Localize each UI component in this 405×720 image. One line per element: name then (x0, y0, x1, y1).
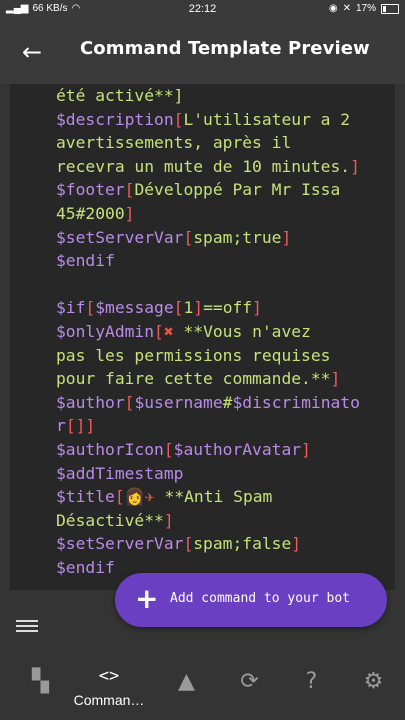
code-token: $addTimestamp (56, 463, 184, 483)
code-token: []] (65, 416, 96, 436)
code-token: ] (252, 298, 262, 318)
settings-icon: ⚙ (363, 669, 384, 694)
code-token: $if (56, 298, 86, 318)
code-token: **Vous n'avez (173, 321, 311, 341)
code-token: [ (114, 487, 125, 507)
code-token: $onlyAdmin (56, 321, 155, 341)
code-line: pour faire cette commande.**] (56, 367, 360, 391)
code-token: $description (56, 109, 174, 129)
code-token: avertissements, après il (56, 133, 292, 153)
code-token: été activé**] (56, 86, 184, 105)
code-line: $footer[Développé Par Mr Issa (56, 178, 360, 202)
code-token: **Anti Spam (154, 487, 273, 507)
menu-icon[interactable] (16, 617, 38, 635)
code-token: ✖ (163, 321, 174, 341)
add-command-button[interactable]: + Add command to your bot (115, 573, 387, 627)
code-token: $footer (56, 180, 125, 200)
code-line: Désactivé**] (56, 509, 360, 533)
code-line: avertissements, après il (56, 131, 360, 155)
code-token: $endif (56, 251, 115, 271)
code-token: ] (124, 203, 135, 223)
code-line: $endif (56, 249, 360, 273)
code-token: [ (183, 227, 194, 247)
code-line: été activé**] (56, 84, 360, 108)
code-token: ] (291, 534, 302, 554)
code-token: 1 (183, 298, 194, 318)
code-token: ] (301, 439, 311, 459)
battery-icon (381, 3, 399, 14)
code-token: ] (193, 298, 204, 318)
nav-commands-label: Comman… (73, 692, 145, 708)
code-token: $authorAvatar (173, 439, 302, 459)
code-token: $discriminato (232, 392, 360, 412)
code-token: $setServerVar (56, 534, 184, 554)
code-token: [ (183, 534, 194, 554)
code-token: $endif (56, 557, 115, 577)
code-token: ] (330, 369, 341, 389)
nav-settings[interactable]: ⚙ (333, 648, 405, 720)
code-token: $setServerVar (56, 227, 184, 247)
code-line: 45#2000] (56, 202, 360, 226)
code-token: [ (124, 392, 135, 412)
code-token: [ (85, 298, 96, 318)
code-line: r[]] (56, 414, 360, 438)
status-bar: ▂▄▆ 66 KB/s ◠ 22:12 ◉ ✕ 17% (0, 0, 405, 20)
code-token: $title (56, 487, 115, 507)
code-icon: <> (98, 666, 120, 686)
code-token: ==off (203, 298, 253, 318)
code-token: spam;true (193, 227, 282, 247)
code-token: [ (173, 298, 184, 318)
app-bar: ← Command Template Preview (0, 20, 405, 84)
code-line: pas les permissions requises (56, 344, 360, 368)
code-token: ] (350, 156, 360, 176)
code-line: $authorIcon[$authorAvatar] (56, 438, 360, 462)
code-token: ] (281, 227, 292, 247)
code-token: ] (163, 510, 174, 530)
nav-commands[interactable]: <> Comman… (68, 648, 150, 720)
code-text: été activé**] $description[L'utilisateur … (56, 84, 360, 579)
code-token: r (56, 416, 66, 436)
code-line: $title[👩✈ **Anti Spam (56, 485, 360, 509)
battery-percent: 17% (355, 3, 376, 14)
plus-icon: + (135, 582, 159, 615)
mute-icon: ✕ (342, 3, 351, 14)
arrow-back-icon[interactable]: ← (18, 38, 46, 66)
code-line: $setServerVar[spam;false] (56, 532, 360, 556)
code-line: $description[L'utilisateur a 2 (56, 108, 360, 132)
code-token: $message (95, 298, 174, 318)
code-token: [ (163, 439, 174, 459)
code-token: $authorIcon (56, 439, 164, 459)
code-token: pas les permissions requises (56, 345, 331, 365)
code-token: # (222, 392, 233, 412)
page-title: Command Template Preview (80, 38, 370, 59)
code-token: Désactivé** (56, 510, 164, 530)
code-token: $username (134, 392, 223, 412)
code-token: [ (124, 180, 135, 200)
code-token: pour faire cette commande.** (56, 369, 331, 389)
code-token: $author (56, 392, 125, 412)
code-preview[interactable]: été activé**] $description[L'utilisateur … (10, 84, 395, 590)
bottom-nav: ▚ <> Comman… ▲ ⟳ ? ⚙ (0, 648, 405, 720)
code-token: [ (154, 321, 164, 341)
code-token: recevra un mute de 10 minutes. (56, 156, 351, 176)
code-token: 45#2000 (56, 203, 125, 223)
code-token: [ (173, 109, 184, 129)
code-line: $author[$username#$discriminato (56, 391, 360, 415)
code-token: Développé Par Mr Issa (134, 180, 341, 200)
code-line: $onlyAdmin[✖ **Vous n'avez (56, 320, 360, 344)
code-token: 👩✈ (124, 487, 155, 507)
status-right: ◉ ✕ 17% (329, 3, 399, 14)
code-token: L'utilisateur a 2 (183, 109, 351, 129)
code-line: $setServerVar[spam;true] (56, 226, 360, 250)
code-line: $addTimestamp (56, 462, 360, 486)
add-command-label: Add command to your bot (170, 591, 351, 606)
code-token: spam;false (193, 534, 292, 554)
code-line: recevra un mute de 10 minutes.] (56, 155, 360, 179)
code-line: $if[$message[1]==off] (56, 296, 360, 320)
eye-icon: ◉ (328, 3, 338, 14)
